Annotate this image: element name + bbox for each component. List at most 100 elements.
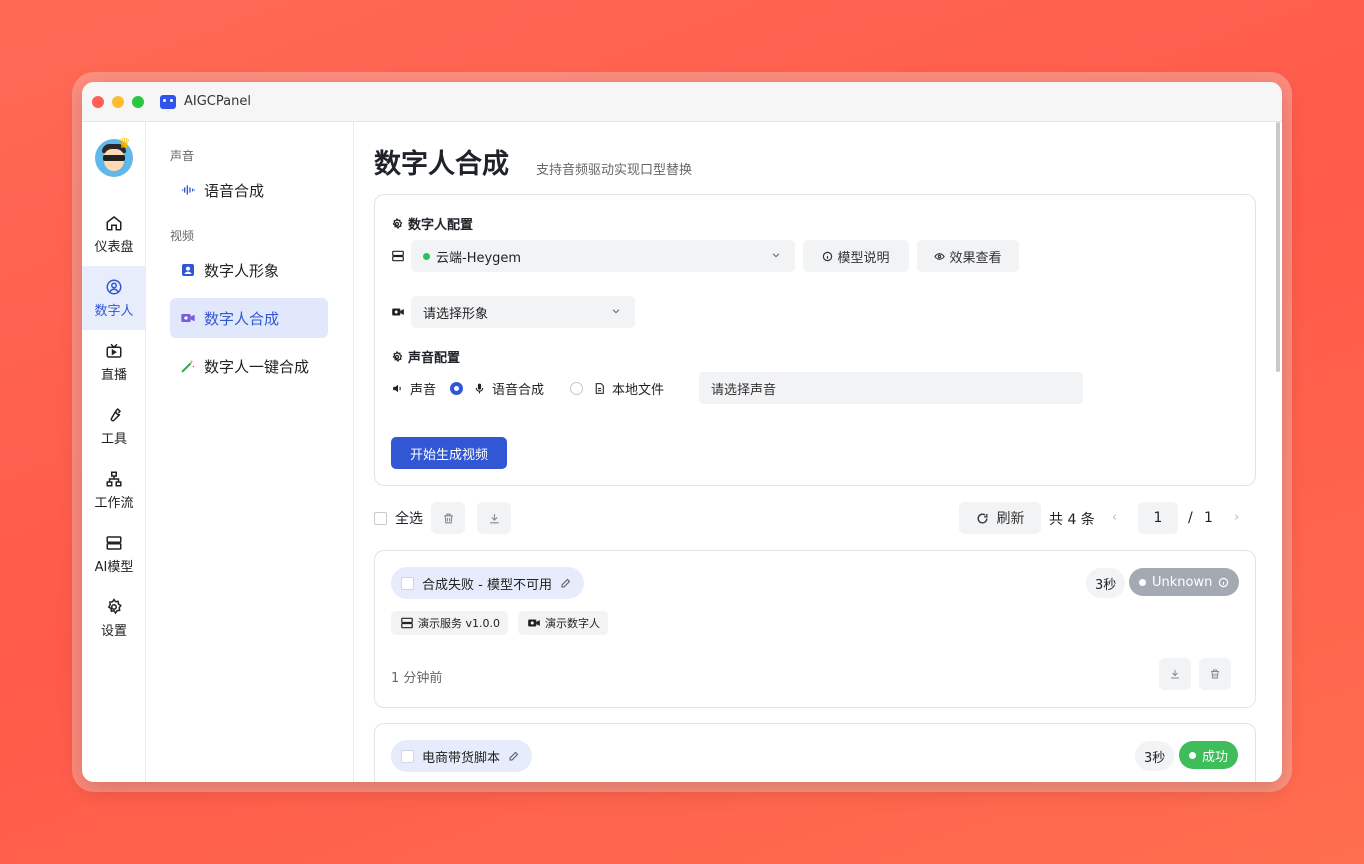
voice-option-tts[interactable]: 语音合成 bbox=[450, 379, 544, 398]
main-content: 数字人合成 支持音频驱动实现口型替换 数字人配置 云端-Heygem 模型说明 … bbox=[354, 122, 1282, 782]
pencil-icon[interactable] bbox=[560, 577, 572, 589]
model-info-button[interactable]: 模型说明 bbox=[803, 240, 909, 272]
sidebar-item-one-click[interactable]: 数字人一键合成 bbox=[170, 346, 328, 386]
rail-label: 数字人 bbox=[94, 303, 134, 319]
select-all-checkbox[interactable] bbox=[374, 511, 387, 525]
download-icon bbox=[1171, 670, 1179, 679]
generate-video-button[interactable]: 开始生成视频 bbox=[391, 437, 507, 469]
voice-option-local-file[interactable]: 本地文件 bbox=[570, 379, 664, 398]
gear-icon bbox=[392, 350, 403, 362]
task-checkbox[interactable] bbox=[401, 576, 414, 590]
rail-item-dashboard[interactable]: 仪表盘 bbox=[82, 202, 146, 266]
nav-rail: ♛ 仪表盘 数字人 直播 工具 工作流 AI模型 设置 bbox=[82, 122, 146, 782]
sidebar-item-label: 数字人一键合成 bbox=[204, 357, 310, 376]
page-separator: / bbox=[1188, 510, 1193, 526]
tv-icon bbox=[106, 343, 122, 358]
close-window-button[interactable] bbox=[92, 95, 104, 108]
task-delete-button[interactable] bbox=[1199, 658, 1231, 690]
sidebar-item-label: 数字人形象 bbox=[204, 261, 280, 280]
sub-sidebar: 声音 语音合成 视频 数字人形象 数字人合成 数字人一键合成 bbox=[146, 122, 354, 782]
microphone-icon bbox=[475, 383, 484, 394]
rail-item-digital-human[interactable]: 数字人 bbox=[82, 266, 146, 330]
refresh-icon bbox=[977, 513, 988, 524]
voice-select[interactable]: 请选择声音 bbox=[699, 372, 1083, 404]
radio-local-file[interactable] bbox=[570, 382, 584, 395]
voice-config-heading: 声音配置 bbox=[391, 347, 460, 366]
page-input[interactable]: 1 bbox=[1138, 502, 1178, 534]
chevron-down-icon bbox=[612, 309, 620, 314]
status-dot bbox=[1189, 751, 1196, 759]
info-icon bbox=[1219, 577, 1229, 587]
server-icon bbox=[401, 617, 413, 629]
waveform-icon bbox=[182, 185, 195, 195]
chevron-down-icon bbox=[772, 253, 780, 258]
video-camera-icon bbox=[181, 314, 195, 322]
server-icon bbox=[106, 535, 122, 550]
status-badge[interactable]: 成功 bbox=[1179, 741, 1239, 769]
pencil-icon[interactable] bbox=[508, 750, 520, 762]
task-title-pill[interactable]: 合成失败 - 模型不可用 bbox=[391, 567, 584, 599]
rail-item-live[interactable]: 直播 bbox=[82, 330, 146, 394]
service-tag: 演示服务 v1.0.0 bbox=[391, 611, 508, 635]
sidebar-item-avatar[interactable]: 数字人形象 bbox=[170, 250, 328, 290]
avatar-select-placeholder: 请选择形象 bbox=[423, 306, 489, 322]
user-circle-icon bbox=[106, 279, 122, 294]
info-icon bbox=[823, 251, 833, 261]
bulk-download-button[interactable] bbox=[477, 502, 511, 534]
wrench-icon bbox=[110, 407, 122, 421]
download-icon bbox=[489, 513, 499, 523]
rail-label: 工具 bbox=[100, 431, 127, 447]
next-page-button[interactable]: › bbox=[1234, 510, 1239, 525]
app-title: AIGCPanel bbox=[184, 94, 251, 109]
prev-page-button[interactable]: ‹ bbox=[1112, 510, 1117, 525]
gear-icon bbox=[392, 217, 403, 229]
effect-view-button[interactable]: 效果查看 bbox=[917, 240, 1019, 272]
rail-label: 设置 bbox=[100, 623, 127, 639]
bulk-delete-button[interactable] bbox=[431, 502, 465, 534]
digital-human-config-heading: 数字人配置 bbox=[391, 214, 473, 233]
model-select-value: 云端-Heygem bbox=[436, 250, 522, 266]
status-dot bbox=[423, 252, 430, 260]
refresh-button[interactable]: 刷新 bbox=[959, 502, 1041, 534]
task-checkbox[interactable] bbox=[401, 749, 414, 763]
section-title-video: 视频 bbox=[170, 229, 195, 243]
rail-item-ai-models[interactable]: AI模型 bbox=[82, 522, 146, 586]
rail-item-settings[interactable]: 设置 bbox=[82, 586, 146, 650]
rail-label: 工作流 bbox=[94, 495, 134, 511]
task-download-button[interactable] bbox=[1159, 658, 1191, 690]
model-select[interactable]: 云端-Heygem bbox=[411, 240, 795, 272]
server-icon bbox=[392, 250, 404, 262]
section-title-audio: 声音 bbox=[170, 149, 195, 163]
voice-label: 声音 bbox=[391, 379, 436, 398]
rail-label: AI模型 bbox=[94, 559, 134, 575]
minimize-window-button[interactable] bbox=[112, 95, 124, 108]
status-badge[interactable]: Unknown bbox=[1129, 568, 1240, 596]
task-title: 合成失败 - 模型不可用 bbox=[422, 577, 552, 593]
page-title: 数字人合成 bbox=[374, 149, 509, 180]
task-duration: 3秒 bbox=[1086, 568, 1126, 598]
sidebar-item-tts[interactable]: 语音合成 bbox=[170, 170, 328, 210]
task-title: 电商带货脚本 bbox=[422, 750, 501, 766]
gear-icon bbox=[107, 597, 122, 614]
sidebar-item-synthesis[interactable]: 数字人合成 bbox=[170, 298, 328, 338]
rail-item-workflow[interactable]: 工作流 bbox=[82, 458, 146, 522]
video-camera-icon bbox=[528, 619, 540, 627]
select-all-label[interactable]: 全选 bbox=[395, 508, 423, 528]
maximize-window-button[interactable] bbox=[132, 95, 144, 108]
list-toolbar: 全选 刷新 共 4 条 ‹ 1 / 1 › bbox=[374, 502, 1256, 534]
task-time: 1 分钟前 bbox=[391, 671, 443, 686]
window-controls bbox=[92, 95, 144, 108]
sidebar-item-label: 数字人合成 bbox=[204, 309, 280, 328]
scrollbar[interactable] bbox=[1276, 122, 1280, 372]
trash-icon bbox=[443, 513, 453, 523]
video-camera-icon bbox=[392, 308, 404, 316]
voice-options: 声音 语音合成 本地文件 bbox=[391, 379, 664, 398]
rail-item-tools[interactable]: 工具 bbox=[82, 394, 146, 458]
task-title-pill[interactable]: 电商带货脚本 bbox=[391, 740, 533, 772]
app-window: AIGCPanel ♛ 仪表盘 数字人 直播 工具 工作流 AI模型 设置 声音… bbox=[82, 82, 1282, 782]
page-total: 1 bbox=[1204, 510, 1213, 526]
radio-tts[interactable] bbox=[450, 382, 464, 395]
avatar-select[interactable]: 请选择形象 bbox=[411, 296, 635, 328]
speaker-icon bbox=[393, 384, 401, 393]
home-icon bbox=[106, 215, 122, 230]
